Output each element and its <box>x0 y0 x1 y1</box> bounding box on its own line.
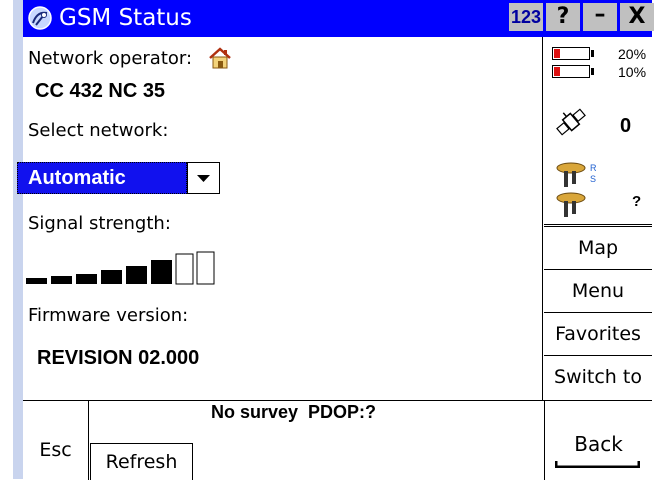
gsm-status-panel: Network operator: CC 432 NC 35 Select ne… <box>17 37 543 400</box>
enter-key-icon <box>555 461 640 468</box>
satellite-dish-icon[interactable] <box>27 5 53 31</box>
battery-2-percent: 10% <box>618 64 647 80</box>
satellite-icon <box>554 105 588 139</box>
rover-status: ? <box>632 193 642 210</box>
map-button[interactable]: Map <box>544 226 652 269</box>
select-network-label: Select network: <box>28 120 169 141</box>
rover-receiver-icon <box>556 192 586 218</box>
home-icon <box>208 47 232 69</box>
minimize-button[interactable]: – <box>583 3 617 31</box>
left-gutter <box>0 0 13 479</box>
network-operator-label: Network operator: <box>28 48 193 69</box>
signal-bar-empty <box>196 251 215 285</box>
battery-1-icon <box>552 47 590 60</box>
radio-link-indicator: R S <box>590 163 597 184</box>
back-button[interactable]: Back <box>544 401 652 480</box>
status-panel: 20% 10% 0 R S ? <box>544 37 652 225</box>
firmware-version-value: REVISION 02.000 <box>37 347 200 369</box>
firmware-version-label: Firmware version: <box>28 305 189 326</box>
switch-to-button[interactable]: Switch to <box>544 355 652 398</box>
back-button-label: Back <box>574 432 623 456</box>
signal-bar-filled <box>76 274 97 284</box>
signal-bar-filled <box>26 278 47 284</box>
dropdown-arrow-button[interactable] <box>187 162 220 194</box>
signal-strength-bars <box>26 251 215 285</box>
esc-button[interactable]: Esc <box>23 401 89 480</box>
refresh-button[interactable]: Refresh <box>90 443 193 480</box>
battery-2-icon <box>552 65 590 78</box>
gps-receiver-icon <box>556 162 586 188</box>
window-title: GSM Status <box>59 5 192 31</box>
network-operator-value: CC 432 NC 35 <box>35 80 166 102</box>
help-button[interactable]: ? <box>546 3 580 31</box>
network-select-value[interactable]: Automatic <box>17 162 187 194</box>
bottom-bar: Esc Refresh No survey PDOP:? Back <box>23 400 652 480</box>
signal-bar-filled <box>126 266 147 284</box>
left-window-edge <box>13 0 23 479</box>
signal-bar-filled <box>101 270 122 284</box>
network-select[interactable]: Automatic <box>17 162 220 194</box>
signal-bar-filled <box>51 276 72 284</box>
battery-1-percent: 20% <box>618 46 647 62</box>
favorites-button[interactable]: Favorites <box>544 312 652 355</box>
satellite-count: 0 <box>620 115 632 137</box>
survey-status-text: No survey PDOP:? <box>211 402 377 422</box>
close-button[interactable]: X <box>620 3 654 31</box>
signal-strength-label: Signal strength: <box>28 213 171 234</box>
title-bar: GSM Status 123 ? – X <box>23 0 654 37</box>
signal-bar-empty <box>175 253 194 285</box>
menu-button[interactable]: Menu <box>544 269 652 312</box>
signal-bar-filled <box>151 260 172 284</box>
right-gutter <box>652 0 656 479</box>
chevron-down-icon <box>197 175 210 182</box>
input-mode-indicator[interactable]: 123 <box>509 3 543 31</box>
